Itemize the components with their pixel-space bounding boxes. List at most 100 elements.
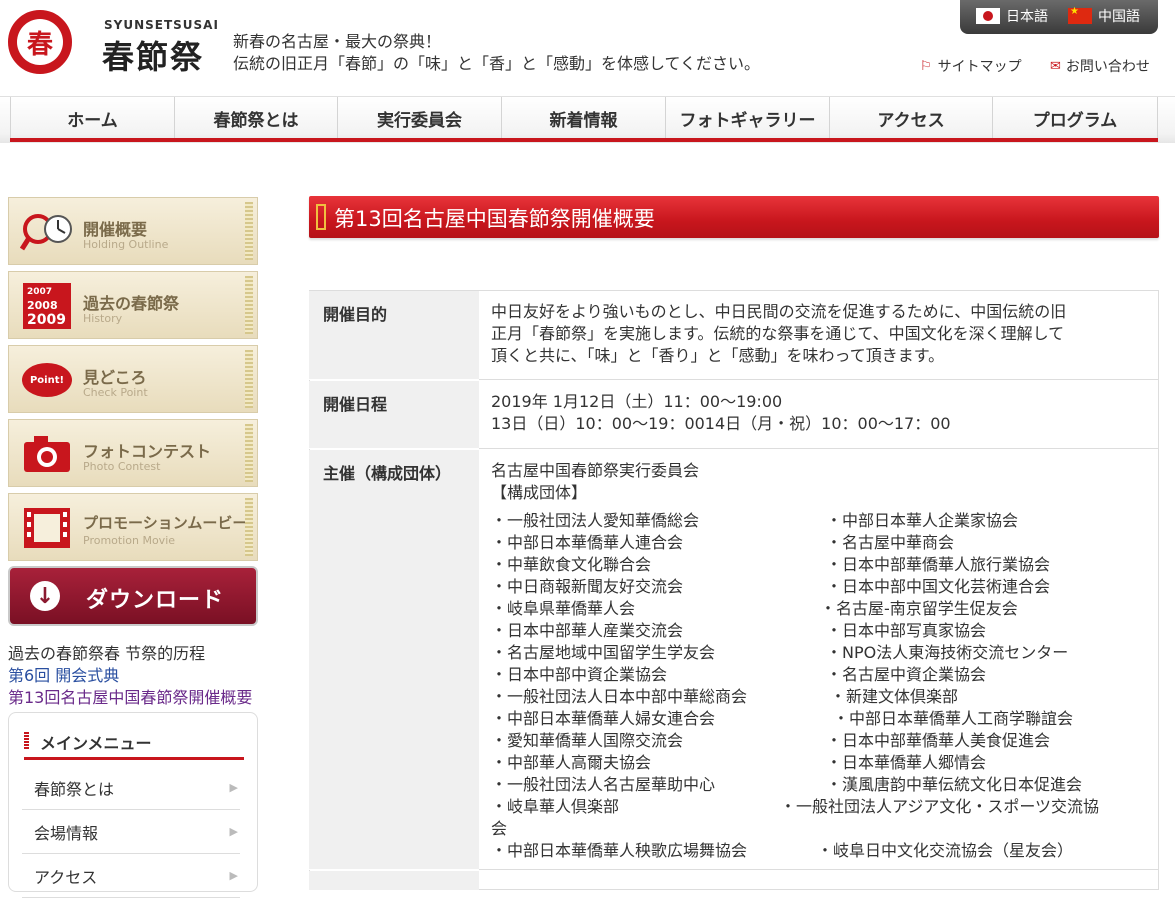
menu-item-label: 春節祭とは xyxy=(34,779,115,799)
logo-emblem[interactable]: 春 xyxy=(8,10,72,74)
tagline-line1: 新春の名古屋・最大の祭典！ xyxy=(233,32,442,51)
member-item: ・一般社団法人愛知華僑総会 xyxy=(491,511,700,530)
nav-about[interactable]: 春節祭とは xyxy=(174,97,337,139)
nav-program[interactable]: プログラム xyxy=(992,97,1158,139)
banner-stripe xyxy=(245,350,253,408)
member-item: ・中部華人高爾夫協会 xyxy=(491,753,652,772)
banner-title: 過去の春節祭 xyxy=(83,294,180,313)
member-item: ・中部日本華人企業家協会 xyxy=(826,511,1019,530)
china-flag-icon xyxy=(1068,6,1092,24)
member-item: ・日本中部中国文化芸術連合会 xyxy=(826,577,1051,596)
schedule-line: 2019年 1月12日（土）11：00〜19:00 xyxy=(491,392,783,411)
magnifier-clock-icon xyxy=(19,208,75,256)
member-item: ・中華飲食文化聯合会 xyxy=(491,555,652,574)
nav-underline xyxy=(10,138,1158,142)
banner-stripe xyxy=(245,498,253,556)
banner-promotion-movie[interactable]: プロモーションムービー Promotion Movie xyxy=(8,493,258,561)
lang-japanese-label: 日本語 xyxy=(1006,9,1048,25)
menu-item-about[interactable]: 春節祭とは ▶ xyxy=(22,766,240,810)
menu-title-underline xyxy=(24,757,244,760)
banner-holding-outline[interactable]: 開催概要 Holding Outline xyxy=(8,197,258,265)
contact-label: お問い合わせ xyxy=(1065,59,1150,75)
calendar-years-icon: 2007 2008 2009 xyxy=(19,282,75,330)
nav-committee[interactable]: 実行委員会 xyxy=(337,97,501,139)
member-item: ・日本中部写真家協会 xyxy=(826,621,987,640)
menu-item-label: 会場情報 xyxy=(34,823,99,843)
year-2007: 2007 xyxy=(27,287,53,297)
members-heading: 【構成団体】 xyxy=(491,483,588,502)
member-item: ・NPO法人東海技術交流センター xyxy=(826,643,1069,662)
chevron-right-icon: ▶ xyxy=(229,869,238,882)
language-switcher: 日本語 中国語 xyxy=(960,0,1158,34)
title-mark-icon xyxy=(316,204,326,230)
year-2008: 2008 xyxy=(27,299,58,312)
member-item: ・日本中部中資企業協会 xyxy=(491,665,668,684)
banner-history[interactable]: 2007 2008 2009 過去の春節祭 History xyxy=(8,271,258,339)
member-item: ・中部日本華僑華人秧歌広場舞協会 xyxy=(491,841,748,860)
menu-item-access[interactable]: アクセス ▶ xyxy=(22,854,240,898)
member-item: ・漢風唐韵中華伝統文化日本促進会 xyxy=(826,775,1083,794)
nav-access[interactable]: アクセス xyxy=(829,97,992,139)
camera-icon xyxy=(19,430,75,478)
purpose-line: 中日友好をより強いものとし、中日民間の交流を促進するために、中国伝統の旧 xyxy=(491,302,1067,321)
lang-japanese[interactable]: 日本語 xyxy=(976,6,1048,26)
menu-item-label: アクセス xyxy=(34,867,98,887)
member-item: ・名古屋-南京留学生促友会 xyxy=(820,599,1018,618)
member-item: ・名古屋中華商会 xyxy=(826,533,955,552)
purpose-line: 頂くと共に、「味」と「香り」と「感動」を味わって頂きます。 xyxy=(491,346,945,365)
schedule-label: 開催日程 xyxy=(309,381,479,449)
member-item: ・日本中部華人産業交流会 xyxy=(491,621,684,640)
banner-subtitle: History xyxy=(83,312,123,325)
sitemap-link[interactable]: ⚐ サイトマップ xyxy=(920,56,1022,76)
member-item: ・一般社団法人アジア文化・スポーツ交流協 xyxy=(780,797,1100,816)
menu-title-mark xyxy=(24,732,29,750)
schedule-value: 2019年 1月12日（土）11：00〜19:00 13日（日）10：00〜19… xyxy=(479,381,1159,449)
nav-gallery[interactable]: フォトギャラリー xyxy=(665,97,829,139)
download-label: ダウンロード xyxy=(86,588,225,613)
banner-subtitle: Holding Outline xyxy=(83,238,169,251)
chevron-right-icon: ▶ xyxy=(229,781,238,794)
download-arrow-icon: ↓ xyxy=(30,581,60,611)
banner-title: プロモーションムービー xyxy=(83,514,248,532)
host-label: 主催（構成団体） xyxy=(309,450,479,870)
contact-link[interactable]: ✉ お問い合わせ xyxy=(1050,56,1150,76)
member-item: ・日本中部華僑華人美食促進会 xyxy=(826,731,1051,750)
link-festival-outline[interactable]: 第13回名古屋中国春節祭開催概要 xyxy=(8,684,252,708)
member-item: ・中日商報新聞友好交流会 xyxy=(491,577,684,596)
lang-chinese[interactable]: 中国語 xyxy=(1068,6,1140,26)
sitemap-icon: ⚐ xyxy=(920,58,932,74)
download-button[interactable]: ↓ ダウンロード xyxy=(8,566,258,626)
banner-title: フォトコンテスト xyxy=(83,442,212,461)
link-opening-ceremony[interactable]: 第6回 開会式典 xyxy=(8,662,119,686)
member-item: 会 xyxy=(491,819,508,838)
banner-photo-contest[interactable]: フォトコンテスト Photo Contest xyxy=(8,419,258,487)
member-item: ・中部日本華僑華人工商学聯誼会 xyxy=(833,709,1074,728)
menu-item-venue[interactable]: 会場情報 ▶ xyxy=(22,810,240,854)
banner-title: 開催概要 xyxy=(83,220,148,239)
nav-news[interactable]: 新着情報 xyxy=(501,97,665,139)
nav-home[interactable]: ホーム xyxy=(10,97,174,139)
member-item: ・愛知華僑華人国際交流会 xyxy=(491,731,684,750)
member-item: ・一般社団法人名古屋華助中心 xyxy=(491,775,716,794)
member-item: ・名古屋地域中国留学生学友会 xyxy=(491,643,716,662)
member-item: ・中部日本華僑華人婦女連合会 xyxy=(491,709,716,728)
logo-char: 春 xyxy=(17,19,63,65)
tagline-line2: 伝統の旧正月「春節」の「味」と「香」と「感動」を体感してください。 xyxy=(233,54,761,73)
banner-title: 見どころ xyxy=(83,368,147,387)
member-item: ・岐阜日中文化交流協会（星友会） xyxy=(817,841,1074,860)
member-item: ・名古屋中資企業協会 xyxy=(826,665,987,684)
purpose-line: 正月「春節祭」を実施します。伝統的な祭事を通じて、中国文化を深く理解して xyxy=(491,324,1065,343)
member-item: ・岐阜華人倶楽部 xyxy=(491,797,620,816)
main-menu-title: メインメニュー xyxy=(40,734,152,753)
banner-stripe xyxy=(245,424,253,482)
sitemap-label: サイトマップ xyxy=(937,59,1022,75)
banner-stripe xyxy=(245,202,253,260)
banner-subtitle: Photo Contest xyxy=(83,460,161,473)
point-badge: Point! xyxy=(22,363,72,397)
member-item: ・中部日本華僑華人連合会 xyxy=(491,533,684,552)
year-2009: 2009 xyxy=(27,312,66,328)
banner-check-point[interactable]: Point! 見どころ Check Point xyxy=(8,345,258,413)
logo-title[interactable]: 春節祭 xyxy=(102,32,204,78)
speech-bubble-icon: Point! xyxy=(19,356,75,404)
lang-chinese-label: 中国語 xyxy=(1098,9,1140,25)
